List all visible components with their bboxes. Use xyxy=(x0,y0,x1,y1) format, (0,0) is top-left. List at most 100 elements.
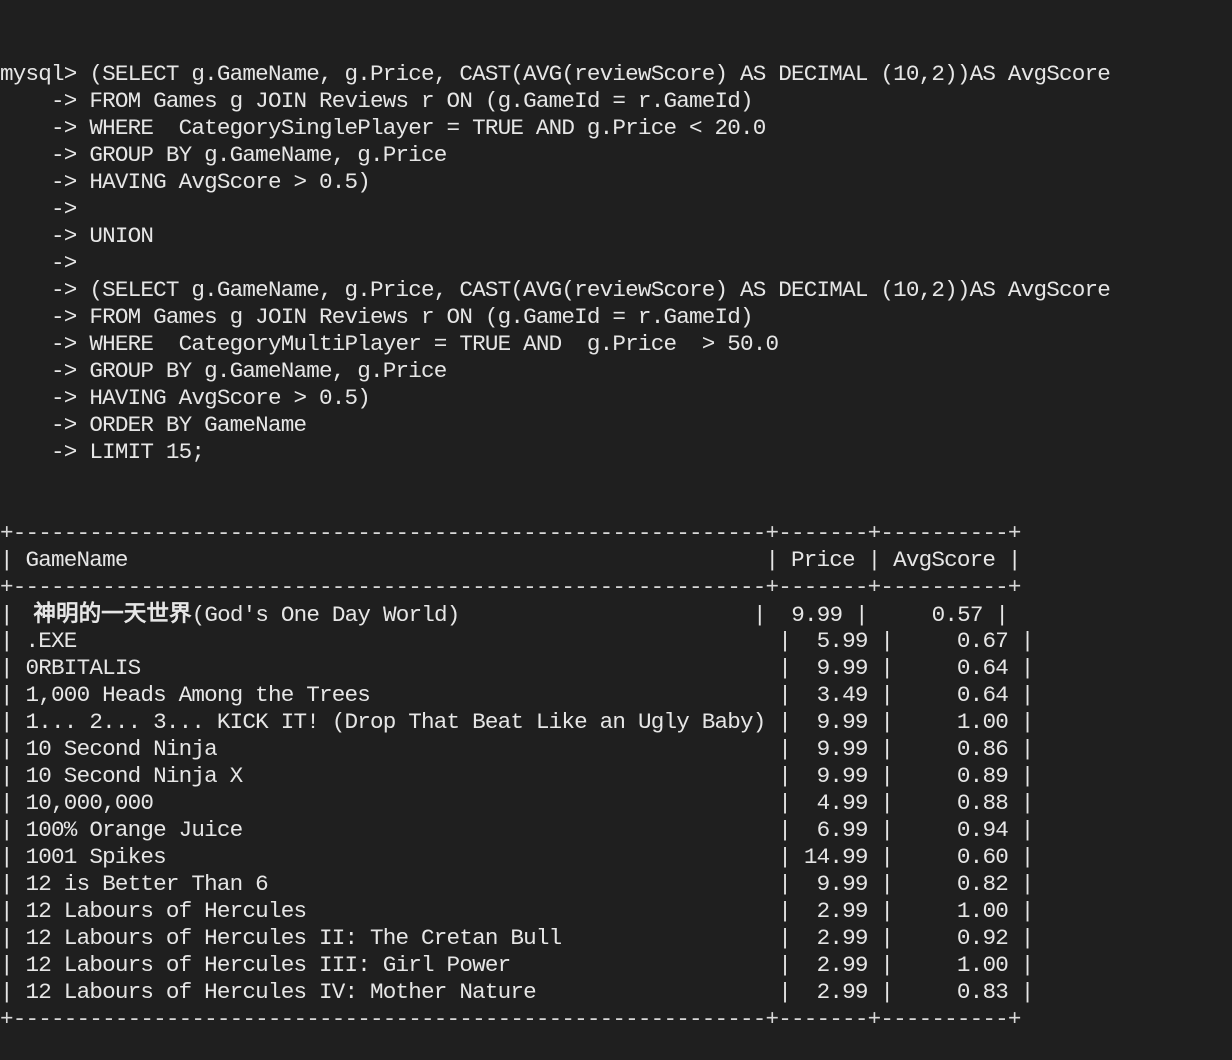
continuation-prompt: -> xyxy=(0,115,77,141)
price-cell: 9.99 xyxy=(803,763,869,789)
query-line-continuation: -> LIMIT 15; xyxy=(0,439,1232,466)
price-cell: 9.99 xyxy=(803,736,869,762)
continuation-prompt: -> xyxy=(0,439,77,465)
avg-score-cell: 0.89 xyxy=(905,763,1009,789)
game-name: 1,000 Heads Among the Trees xyxy=(25,682,371,708)
avg-score-cell: 1.00 xyxy=(905,898,1009,924)
price-cell: 9.99 xyxy=(803,871,869,897)
game-name: 1001 Spikes xyxy=(25,844,167,870)
continuation-prompt: -> xyxy=(0,169,77,195)
result-table: +---------------------------------------… xyxy=(0,520,1232,1033)
price-cell: 2.99 xyxy=(803,898,869,924)
continuation-prompt: -> xyxy=(0,331,77,357)
avg-score-cell: 0.64 xyxy=(905,682,1009,708)
query-text: HAVING AvgScore > 0.5) xyxy=(76,385,371,411)
price-cell: 2.99 xyxy=(803,952,869,978)
query-text: GROUP BY g.GameName, g.Price xyxy=(76,358,447,384)
continuation-prompt: -> xyxy=(0,385,77,411)
table-border-bottom: +---------------------------------------… xyxy=(0,1006,1021,1032)
query-line-continuation: -> GROUP BY g.GameName, g.Price xyxy=(0,358,1232,385)
table-row: | 10 Second Ninja X | 9.99 | 0.89 | xyxy=(0,763,1034,789)
table-row: | 12 Labours of Hercules III: Girl Power… xyxy=(0,952,1034,978)
query-line-continuation: -> HAVING AvgScore > 0.5) xyxy=(0,385,1232,412)
price-cell: 9.99 xyxy=(778,602,843,628)
avg-score-cell: 0.60 xyxy=(905,844,1009,870)
table-header: | GameName | Price | AvgScore | xyxy=(0,547,1021,573)
table-row: | 10 Second Ninja | 9.99 | 0.86 | xyxy=(0,736,1034,762)
game-name: 0RBITALIS xyxy=(25,655,142,681)
continuation-prompt: -> xyxy=(0,250,77,276)
table-row: | 12 Labours of Hercules II: The Cretan … xyxy=(0,925,1034,951)
avg-score-cell: 0.94 xyxy=(905,817,1009,843)
query-text: WHERE CategoryMultiPlayer = TRUE AND g.P… xyxy=(76,331,779,357)
query-text: FROM Games g JOIN Reviews r ON (g.GameId… xyxy=(76,88,753,114)
continuation-prompt: -> xyxy=(0,88,77,114)
query-text: LIMIT 15; xyxy=(76,439,205,465)
game-name: 10 Second Ninja xyxy=(25,736,218,762)
table-row: | 12 Labours of Hercules | 2.99 | 1.00 | xyxy=(0,898,1034,924)
game-name: (God's One Day World) xyxy=(191,602,461,628)
avg-score-cell: 0.64 xyxy=(905,655,1009,681)
avg-score-cell: 0.92 xyxy=(905,925,1009,951)
table-row: | 12 Labours of Hercules IV: Mother Natu… xyxy=(0,979,1034,1005)
continuation-prompt: -> xyxy=(0,196,77,222)
terminal-window[interactable]: mysql> (SELECT g.GameName, g.Price, CAST… xyxy=(0,0,1232,1032)
avg-score-cell: 0.83 xyxy=(905,979,1009,1005)
game-name: 12 is Better Than 6 xyxy=(25,871,269,897)
table-row: | 1001 Spikes | 14.99 | 0.60 | xyxy=(0,844,1034,870)
game-name: 1... 2... 3... KICK IT! (Drop That Beat … xyxy=(25,709,767,735)
game-name-cjk: 神明的一天世界 xyxy=(25,601,192,627)
query-line-continuation: -> xyxy=(0,196,1232,223)
table-row: | 100% Orange Juice | 6.99 | 0.94 | xyxy=(0,817,1034,843)
table-row: | 1... 2... 3... KICK IT! (Drop That Bea… xyxy=(0,709,1034,735)
query-line-continuation: -> (SELECT g.GameName, g.Price, CAST(AVG… xyxy=(0,277,1232,304)
query-line-prompt: mysql> (SELECT g.GameName, g.Price, CAST… xyxy=(0,61,1232,88)
table-row: | 12 is Better Than 6 | 9.99 | 0.82 | xyxy=(0,871,1034,897)
sql-query-block: mysql> (SELECT g.GameName, g.Price, CAST… xyxy=(0,61,1232,466)
continuation-prompt: -> xyxy=(0,358,77,384)
table-row: | 1,000 Heads Among the Trees | 3.49 | 0… xyxy=(0,682,1034,708)
price-cell: 2.99 xyxy=(803,979,869,1005)
avg-score-cell: 0.57 xyxy=(880,602,984,628)
query-line-continuation: -> FROM Games g JOIN Reviews r ON (g.Gam… xyxy=(0,304,1232,331)
continuation-prompt: -> xyxy=(0,142,77,168)
price-cell: 3.49 xyxy=(803,682,869,708)
query-text: FROM Games g JOIN Reviews r ON (g.GameId… xyxy=(76,304,753,330)
price-cell: 2.99 xyxy=(803,925,869,951)
query-text: (SELECT g.GameName, g.Price, CAST(AVG(re… xyxy=(76,277,1110,303)
price-cell: 9.99 xyxy=(803,709,869,735)
game-name: 12 Labours of Hercules xyxy=(25,898,307,924)
query-text: WHERE CategorySinglePlayer = TRUE AND g.… xyxy=(76,115,766,141)
avg-score-cell: 0.82 xyxy=(905,871,1009,897)
table-row: | 0RBITALIS | 9.99 | 0.64 | xyxy=(0,655,1034,681)
continuation-prompt: -> xyxy=(0,223,77,249)
continuation-prompt: -> xyxy=(0,412,77,438)
price-cell: 14.99 xyxy=(803,844,869,870)
price-cell: 5.99 xyxy=(803,628,869,654)
query-line-continuation: -> WHERE CategoryMultiPlayer = TRUE AND … xyxy=(0,331,1232,358)
game-name: 100% Orange Juice xyxy=(25,817,244,843)
table-row: | .EXE | 5.99 | 0.67 | xyxy=(0,628,1034,654)
query-text: ORDER BY GameName xyxy=(76,412,307,438)
game-name: 10 Second Ninja X xyxy=(25,763,244,789)
avg-score-cell: 0.86 xyxy=(905,736,1009,762)
price-cell: 6.99 xyxy=(803,817,869,843)
price-cell: 4.99 xyxy=(803,790,869,816)
continuation-prompt: -> xyxy=(0,277,77,303)
game-name: .EXE xyxy=(25,628,78,654)
game-name: 12 Labours of Hercules IV: Mother Nature xyxy=(25,979,537,1005)
query-line-continuation: -> UNION xyxy=(0,223,1232,250)
query-line-continuation: -> FROM Games g JOIN Reviews r ON (g.Gam… xyxy=(0,88,1232,115)
query-line-continuation: -> ORDER BY GameName xyxy=(0,412,1232,439)
price-cell: 9.99 xyxy=(803,655,869,681)
query-line-continuation: -> GROUP BY g.GameName, g.Price xyxy=(0,142,1232,169)
table-border-header: +---------------------------------------… xyxy=(0,574,1021,600)
game-name: 10,000,000 xyxy=(25,790,154,816)
game-name: 12 Labours of Hercules III: Girl Power xyxy=(25,952,512,978)
query-line-continuation: -> WHERE CategorySinglePlayer = TRUE AND… xyxy=(0,115,1232,142)
query-text: UNION xyxy=(76,223,154,249)
avg-score-cell: 1.00 xyxy=(905,709,1009,735)
query-line-continuation: -> HAVING AvgScore > 0.5) xyxy=(0,169,1232,196)
query-text: GROUP BY g.GameName, g.Price xyxy=(76,142,447,168)
table-row: | 10,000,000 | 4.99 | 0.88 | xyxy=(0,790,1034,816)
